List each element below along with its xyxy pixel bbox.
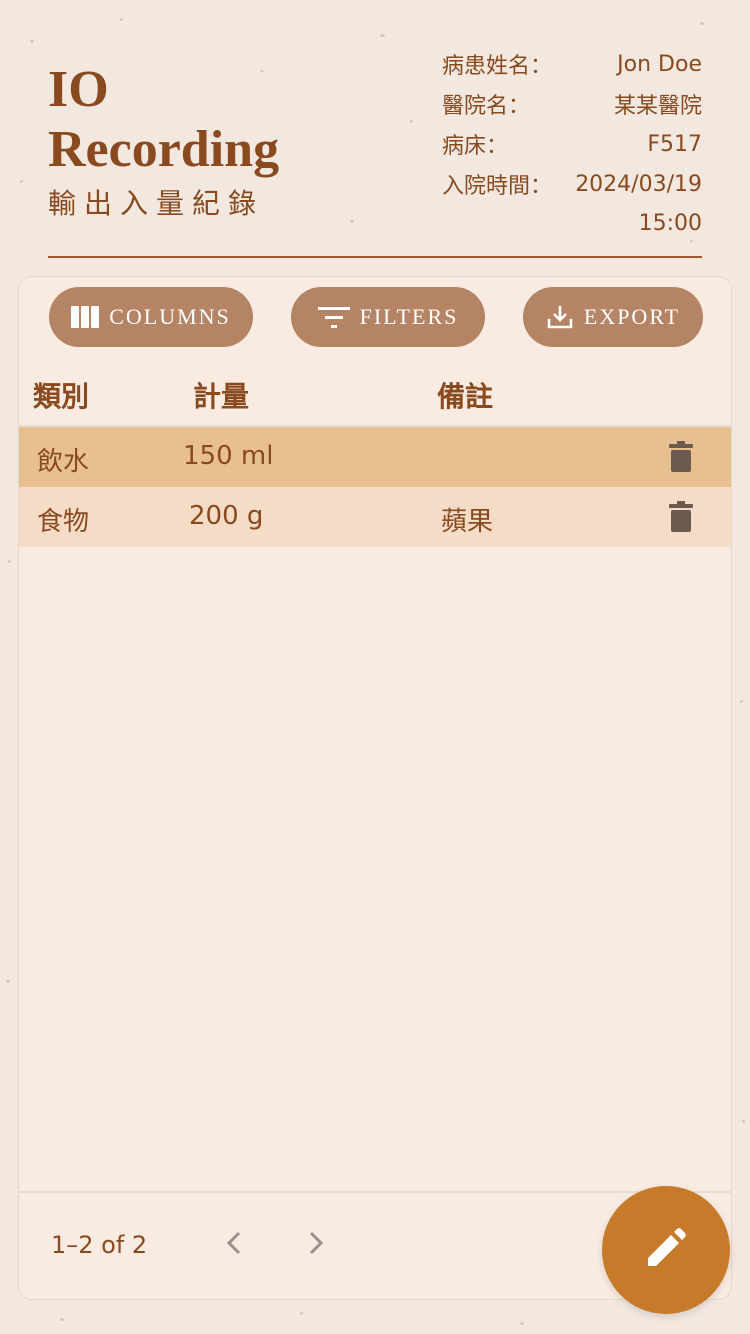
column-header-note[interactable]: 備註	[437, 375, 493, 415]
trash-icon[interactable]	[669, 441, 693, 477]
admit-row: 入院時間： 2024/03/19	[442, 164, 702, 204]
filter-icon	[317, 305, 350, 329]
hospital-label: 醫院名：	[442, 94, 531, 119]
page-subtitle: 輸出入量紀錄	[48, 187, 265, 220]
columns-button-label: COLUMNS	[109, 304, 231, 329]
row-amount: 200 g	[189, 501, 264, 531]
columns-button[interactable]: COLUMNS	[49, 287, 253, 347]
page-title-line2: Recording	[48, 121, 280, 178]
export-button[interactable]: EXPORT	[523, 287, 703, 347]
admit-time: 15:00	[638, 211, 702, 236]
bed-label: 病床：	[442, 134, 509, 159]
pencil-icon	[642, 1224, 690, 1276]
chevron-left-icon[interactable]	[221, 1229, 249, 1261]
chevron-right-icon[interactable]	[301, 1229, 329, 1261]
columns-icon	[71, 306, 100, 328]
admit-date: 2024/03/19	[575, 171, 702, 197]
io-table-card: COLUMNS FILTERS EXPORT 類別 計量 備註 飲水 150 m…	[18, 276, 732, 1300]
export-button-label: EXPORT	[583, 304, 681, 329]
row-category: 飲水	[37, 447, 90, 477]
header-divider	[48, 256, 702, 258]
table-row[interactable]: 飲水 150 ml	[19, 427, 731, 487]
patient-info: 病患姓名： Jon Doe 醫院名： 某某醫院 病床： F517 入院時間： 2…	[442, 44, 702, 244]
table-row[interactable]: 食物 200 g 蘋果	[19, 487, 731, 547]
page-title-block: IO Recording 輸出入量紀錄	[48, 60, 279, 222]
patient-name-value: Jon Doe	[617, 51, 702, 77]
admit-label: 入院時間：	[442, 174, 553, 199]
edit-fab-button[interactable]	[602, 1186, 730, 1314]
download-icon	[546, 303, 574, 331]
table-toolbar: COLUMNS FILTERS EXPORT	[19, 287, 731, 349]
filters-button[interactable]: FILTERS	[291, 287, 485, 347]
filters-button-label: FILTERS	[359, 304, 459, 329]
table-header: 類別 計量 備註	[19, 365, 731, 427]
hospital-value: 某某醫院	[613, 94, 702, 119]
row-amount: 150 ml	[183, 441, 274, 471]
bed-row: 病床： F517	[442, 124, 702, 164]
pagination-range: 1–2 of 2	[51, 1231, 148, 1259]
row-category: 食物	[37, 507, 90, 537]
row-note: 蘋果	[441, 507, 494, 537]
column-header-amount[interactable]: 計量	[193, 375, 249, 415]
patient-name-row: 病患姓名： Jon Doe	[442, 44, 702, 84]
page-title-line1: IO	[48, 61, 109, 118]
hospital-row: 醫院名： 某某醫院	[442, 84, 702, 124]
patient-name-label: 病患姓名：	[442, 54, 553, 79]
trash-icon[interactable]	[669, 501, 693, 537]
column-header-category[interactable]: 類別	[33, 375, 89, 415]
bed-value: F517	[647, 131, 702, 157]
